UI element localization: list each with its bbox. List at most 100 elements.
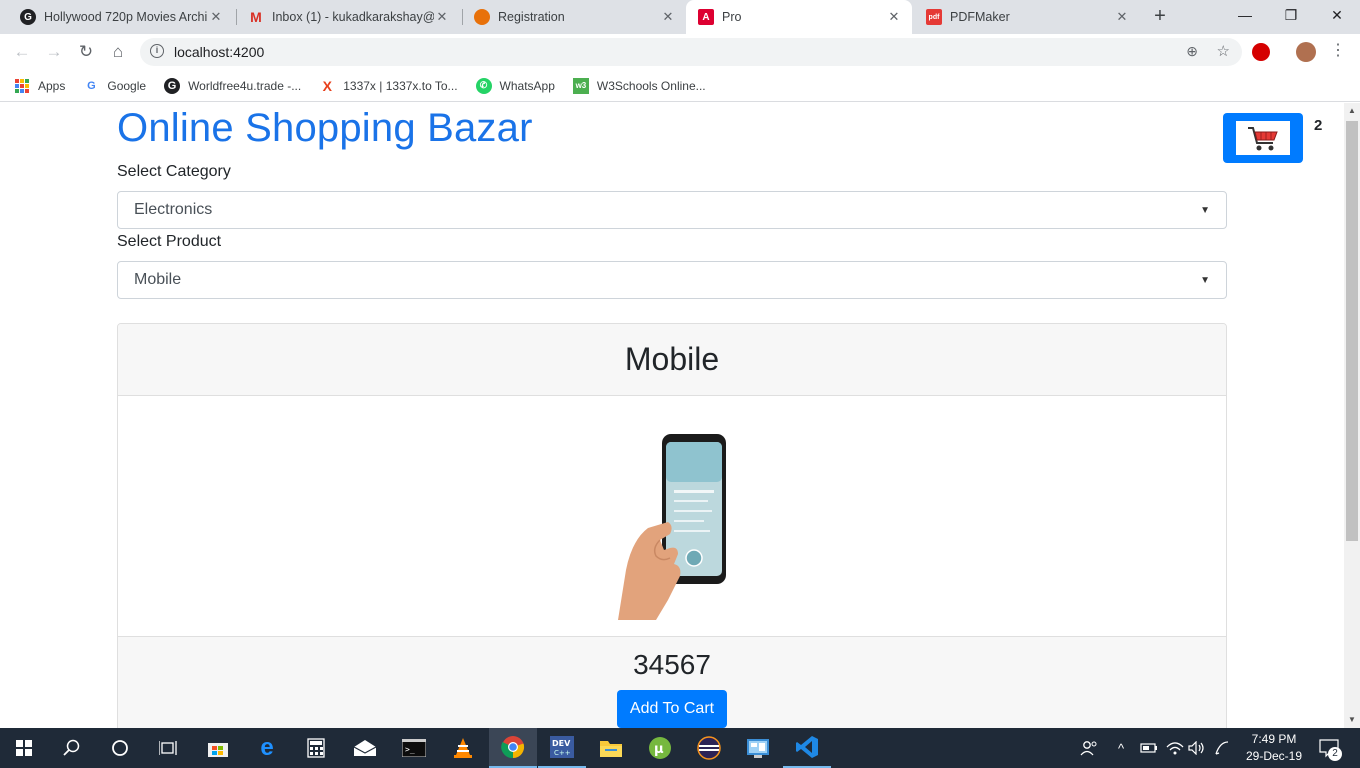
mail-icon[interactable] — [341, 728, 389, 768]
eclipse-icon[interactable] — [685, 728, 733, 768]
scroll-up-icon[interactable]: ▲ — [1344, 103, 1360, 119]
volume-icon[interactable] — [1188, 728, 1206, 768]
x-icon: X — [322, 77, 332, 94]
store-icon[interactable] — [194, 728, 242, 768]
pdf-icon: pdf — [926, 9, 942, 25]
notification-icon[interactable]: 2 — [1318, 728, 1342, 768]
utorrent-icon[interactable]: µ — [636, 728, 684, 768]
close-window-button[interactable]: ✕ — [1314, 0, 1360, 30]
scrollbar-thumb[interactable] — [1346, 121, 1358, 541]
cortana-icon[interactable] — [96, 728, 144, 768]
wifi-icon[interactable] — [1166, 728, 1184, 768]
zoom-icon[interactable]: ⊕ — [1186, 43, 1198, 60]
vscode-icon[interactable] — [783, 728, 831, 768]
close-icon[interactable]: ✕ — [886, 9, 902, 25]
chevron-up-icon[interactable]: ^ — [1118, 728, 1124, 768]
bookmark-label: WhatsApp — [499, 78, 555, 93]
svg-text:µ: µ — [654, 742, 664, 757]
product-card: Mobile 34567 Add To Cart — [117, 323, 1227, 728]
cart-count-badge: 2 — [1314, 117, 1323, 134]
category-selected-value: Electronics — [134, 201, 213, 218]
product-select[interactable]: Mobile ▼ — [117, 261, 1227, 299]
w3schools-icon: w3 — [572, 77, 589, 94]
clock-time: 7:49 PM — [1251, 732, 1297, 746]
pen-icon[interactable] — [1214, 728, 1230, 768]
battery-icon[interactable] — [1140, 728, 1158, 768]
g-icon: G — [164, 77, 181, 94]
control-panel-icon[interactable] — [734, 728, 782, 768]
svg-text:>_: >_ — [405, 745, 415, 754]
home-icon[interactable]: ⌂ — [106, 40, 130, 64]
system-clock[interactable]: 7:49 PM 29-Dec-19 — [1236, 731, 1312, 765]
search-icon[interactable] — [48, 728, 96, 768]
info-icon[interactable]: i — [150, 44, 164, 58]
chevron-down-icon: ▼ — [1200, 274, 1210, 286]
dev-icon[interactable]: DEV C++ — [538, 728, 586, 768]
extension-icon[interactable] — [1252, 43, 1270, 61]
taskbar: e >_ DEV C++ µ ^ 7:49 PM 29-Dec-19 2 — [0, 728, 1360, 768]
product-card-title: Mobile — [118, 324, 1226, 396]
bookmark-star-icon[interactable]: ☆ — [1217, 42, 1230, 60]
product-label: Select Product — [117, 233, 222, 250]
gmail-icon: M — [250, 9, 262, 25]
tab-title: Registration — [498, 10, 565, 24]
tab-title: Hollywood 720p Movies Archi — [44, 10, 208, 24]
add-to-cart-button[interactable]: Add To Cart — [617, 690, 727, 728]
reload-icon[interactable]: ↻ — [74, 40, 98, 64]
people-icon[interactable] — [1080, 728, 1098, 768]
tab-hollywood[interactable]: G Hollywood 720p Movies Archi ✕ — [8, 0, 234, 34]
bookmark-w3schools[interactable]: w3 W3Schools Online... — [572, 77, 706, 94]
category-select[interactable]: Electronics ▼ — [117, 191, 1227, 229]
task-view-icon[interactable] — [144, 728, 192, 768]
scroll-down-icon[interactable]: ▼ — [1344, 712, 1360, 728]
tab-pdfmaker[interactable]: pdf PDFMaker ✕ — [914, 0, 1140, 34]
terminal-icon[interactable]: >_ — [390, 728, 438, 768]
tab-registration[interactable]: Registration ✕ — [462, 0, 686, 34]
bookmark-apps[interactable]: Apps — [14, 78, 65, 94]
cart-icon — [1236, 121, 1290, 155]
back-icon[interactable]: ← — [10, 40, 34, 64]
bookmark-label: Google — [107, 78, 147, 93]
close-icon[interactable]: ✕ — [208, 9, 224, 25]
angular-icon: A — [698, 9, 714, 25]
notification-count-badge: 2 — [1328, 747, 1342, 761]
cart-button[interactable] — [1223, 113, 1303, 163]
chrome-icon[interactable] — [489, 728, 537, 768]
file-explorer-icon[interactable] — [587, 728, 635, 768]
forward-icon[interactable]: → — [42, 40, 66, 64]
vlc-icon[interactable] — [439, 728, 487, 768]
bookmark-label: W3Schools Online... — [596, 78, 706, 93]
address-bar[interactable]: i localhost:4200 ⊕ ☆ — [140, 38, 1242, 66]
bookmark-worldfree4u[interactable]: G Worldfree4u.trade -... — [164, 77, 302, 94]
apps-grid-icon — [14, 78, 30, 94]
tab-inbox[interactable]: M Inbox (1) - kukadkarakshay@g ✕ — [236, 0, 460, 34]
restore-button[interactable]: ❐ — [1268, 0, 1314, 30]
google-icon: G — [87, 79, 96, 92]
bookmark-label: Worldfree4u.trade -... — [188, 78, 302, 93]
g-icon: G — [20, 9, 36, 25]
close-icon[interactable]: ✕ — [660, 9, 676, 25]
chevron-down-icon: ▼ — [1200, 204, 1210, 216]
product-card-body — [118, 396, 1226, 636]
tab-title: PDFMaker — [950, 10, 1010, 24]
bookmark-google[interactable]: G Google — [83, 78, 146, 94]
page-scrollbar[interactable]: ▲ ▼ — [1344, 103, 1360, 728]
minimize-button[interactable]: — — [1222, 0, 1268, 30]
calculator-icon[interactable] — [292, 728, 340, 768]
close-icon[interactable]: ✕ — [1114, 9, 1130, 25]
page-viewport: Online Shopping Bazar 2 Select Category … — [0, 103, 1344, 728]
close-icon[interactable]: ✕ — [434, 9, 450, 25]
bookmarks-bar: Apps G Google G Worldfree4u.trade -... X… — [0, 70, 1360, 102]
mobile-phone-image — [618, 434, 726, 620]
url-text[interactable]: localhost:4200 — [174, 44, 264, 60]
profile-avatar[interactable] — [1296, 42, 1316, 62]
menu-icon[interactable]: ⋮ — [1330, 40, 1346, 60]
bookmark-1337x[interactable]: X 1337x | 1337x.to To... — [319, 77, 458, 94]
new-tab-button[interactable]: + — [1148, 4, 1172, 28]
windows-start-icon[interactable] — [0, 728, 48, 768]
edge-icon[interactable]: e — [243, 728, 291, 768]
registration-icon — [474, 9, 490, 25]
tab-title: Pro — [722, 10, 742, 24]
tab-pro[interactable]: A Pro ✕ — [686, 0, 912, 34]
bookmark-whatsapp[interactable]: ✆ WhatsApp — [475, 77, 555, 94]
